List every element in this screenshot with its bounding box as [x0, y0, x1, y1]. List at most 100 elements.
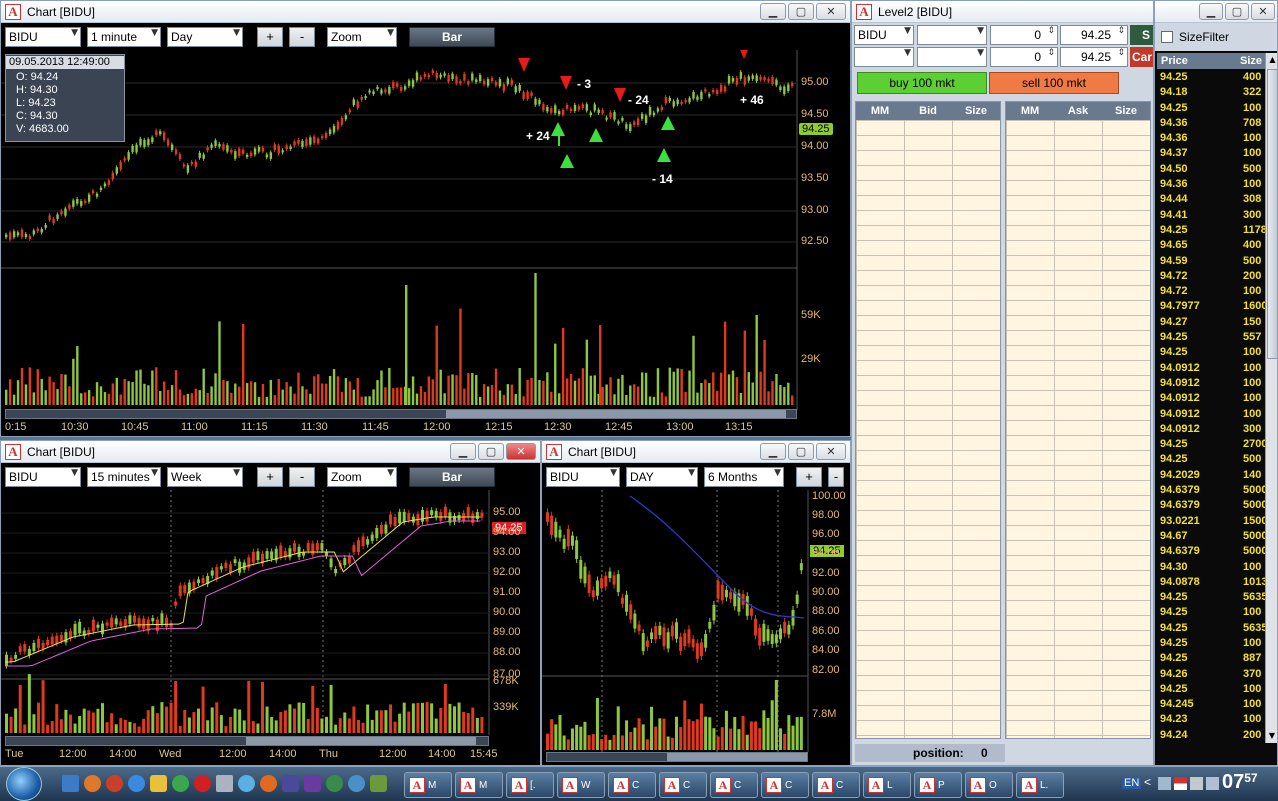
clock[interactable]: 0757	[1222, 771, 1258, 794]
search-icon[interactable]	[348, 775, 365, 792]
taskbar-window-button[interactable]: AC	[608, 772, 656, 798]
ts-row[interactable]: 94.25 100	[1157, 605, 1265, 620]
symbol-dropdown[interactable]: BIDU ▼	[546, 466, 620, 487]
main-price-chart[interactable]	[1, 50, 851, 437]
price-input-2[interactable]: 94.25 ⇕	[1060, 47, 1128, 67]
ts-row[interactable]: 94.25 400	[1157, 70, 1265, 85]
maximize-button[interactable]: ▢	[788, 443, 814, 460]
week-chart-titlebar[interactable]: A Chart [BIDU] ▁ ▢ ✕	[1, 441, 540, 463]
ask-rows[interactable]	[1006, 120, 1150, 738]
sell-market-button[interactable]: sell 100 mkt	[989, 72, 1119, 94]
ts-row[interactable]: 94.50 500	[1157, 162, 1265, 177]
scrollbar-thumb[interactable]	[667, 753, 807, 761]
size-filter-checkbox[interactable]	[1161, 31, 1173, 43]
taskbar-window-button[interactable]: AC	[761, 772, 809, 798]
ts-row[interactable]: 94.0878 1013	[1157, 575, 1265, 590]
ts-row[interactable]: 94.25 557	[1157, 330, 1265, 345]
ts-row[interactable]: 94.0912 300	[1157, 422, 1265, 437]
ts-row[interactable]: 94.2029 140	[1157, 468, 1265, 483]
buy-market-button[interactable]: buy 100 mkt	[857, 72, 987, 94]
level2-titlebar[interactable]: A Level2 [BIDU]	[852, 1, 1153, 23]
header-size[interactable]: Size	[952, 102, 1000, 120]
chat-icon[interactable]	[150, 775, 167, 792]
ts-row[interactable]: 94.36 708	[1157, 116, 1265, 131]
ts-row[interactable]: 94.24 200	[1157, 728, 1265, 740]
ts-row[interactable]: 93.0221 1500	[1157, 514, 1265, 529]
zoom-in-button[interactable]: +	[796, 466, 822, 487]
ts-row[interactable]: 94.0912 100	[1157, 361, 1265, 376]
close-button[interactable]: ✕	[506, 443, 536, 460]
tray-arrow-icon[interactable]: <	[1144, 775, 1151, 789]
minimize-button[interactable]: ▁	[760, 443, 786, 460]
scroll-down-icon[interactable]: ▼	[1266, 729, 1277, 743]
taskbar-window-button[interactable]: AM	[455, 772, 503, 798]
price-input-1[interactable]: 94.25 ⇕	[1060, 25, 1128, 45]
ts-row[interactable]: 94.36 100	[1157, 131, 1265, 146]
ts-row[interactable]: 94.0912 100	[1157, 376, 1265, 391]
ts-row[interactable]: 94.7977 1600	[1157, 299, 1265, 314]
taskbar-window-button[interactable]: AM	[404, 772, 452, 798]
bid-rows[interactable]	[856, 120, 1000, 738]
day-chart-area[interactable]: 94.25 100.00 98.00 96.00 94.00 92.00 90.00 88.…	[542, 490, 850, 765]
level2-symbol-dropdown[interactable]: BIDU ▼	[854, 25, 914, 45]
power-icon[interactable]	[1206, 777, 1219, 790]
app2-icon[interactable]	[326, 775, 343, 792]
ts-row[interactable]: 94.67 5000	[1157, 529, 1265, 544]
spinner-icon[interactable]: ⇕	[1047, 48, 1055, 58]
zoom-in-button[interactable]: +	[257, 466, 283, 487]
header-size[interactable]: Size	[1102, 102, 1150, 120]
ts-row[interactable]: 94.23 100	[1157, 712, 1265, 727]
range-dropdown[interactable]: 6 Months ▼	[704, 466, 784, 487]
maximize-button[interactable]: ▢	[788, 3, 814, 20]
maximize-button[interactable]: ▢	[1225, 3, 1249, 20]
week-chart-area[interactable]: 94.25 95.00 94.00 93.00 92.00 91.00 90.00 89.0…	[1, 490, 540, 765]
ts-row[interactable]: 94.25 100	[1157, 101, 1265, 116]
volume-icon[interactable]	[1190, 777, 1203, 790]
ts-scrollbar[interactable]: ▲ ▼	[1265, 53, 1277, 743]
opera-icon[interactable]	[194, 775, 211, 792]
interval-dropdown[interactable]: 15 minutes ▼	[87, 466, 161, 487]
qty-input-2[interactable]: 0 ⇕	[990, 47, 1058, 67]
ts-row[interactable]: 94.6379 5000	[1157, 483, 1265, 498]
ts-row[interactable]: 94.41 300	[1157, 208, 1265, 223]
taskbar-window-button[interactable]: AW	[557, 772, 605, 798]
ts-row[interactable]: 94.6379 5000	[1157, 544, 1265, 559]
ts-row[interactable]: 94.72 200	[1157, 269, 1265, 284]
ts-row[interactable]: 94.6379 5000	[1157, 498, 1265, 513]
close-button[interactable]: ✕	[816, 443, 846, 460]
ts-titlebar[interactable]: ▁ ▢ ✕	[1155, 1, 1277, 23]
ts-row[interactable]: 94.25 5635	[1157, 621, 1265, 636]
chrome-icon[interactable]	[172, 775, 189, 792]
spinner-icon[interactable]: ⇕	[1117, 26, 1125, 36]
minimize-button[interactable]: ▁	[1199, 3, 1223, 20]
ts-row[interactable]: 94.18 322	[1157, 85, 1265, 100]
close-button[interactable]: ✕	[816, 3, 846, 20]
header-mm[interactable]: MM	[856, 102, 904, 120]
symbol-dropdown[interactable]: BIDU ▼	[5, 466, 81, 487]
type-dropdown[interactable]: ▼	[917, 47, 987, 67]
zoom-dropdown[interactable]: Zoom ▼	[327, 466, 397, 487]
ts-row[interactable]: 94.0912 100	[1157, 407, 1265, 422]
zoom-out-button[interactable]: -	[289, 26, 315, 47]
interval-dropdown[interactable]: DAY ▼	[626, 466, 698, 487]
ts-row[interactable]: 94.25 100	[1157, 636, 1265, 651]
close-button[interactable]: ✕	[1251, 3, 1275, 20]
browser-icon[interactable]	[128, 775, 145, 792]
media-icon[interactable]	[106, 775, 123, 792]
scroll-up-icon[interactable]: ▲	[1266, 53, 1277, 67]
settings-icon[interactable]	[84, 775, 101, 792]
maximize-button[interactable]: ▢	[478, 443, 504, 460]
zoom-out-button[interactable]: -	[828, 466, 844, 487]
day-price-chart[interactable]	[542, 490, 851, 766]
ts-row[interactable]: 94.72 100	[1157, 284, 1265, 299]
route-dropdown[interactable]: ▼	[917, 25, 987, 45]
qty-input-1[interactable]: 0 ⇕	[990, 25, 1058, 45]
header-mm[interactable]: MM	[1006, 102, 1054, 120]
app-icon[interactable]	[282, 775, 299, 792]
taskbar-window-button[interactable]: AC	[659, 772, 707, 798]
cancel-button[interactable]: Car	[1130, 47, 1153, 67]
day-chart-titlebar[interactable]: A Chart [BIDU] ▁ ▢ ✕	[542, 441, 850, 463]
zoom-out-button[interactable]: -	[289, 466, 315, 487]
taskbar-window-button[interactable]: A L.	[1016, 772, 1064, 798]
globe-icon[interactable]	[238, 775, 255, 792]
